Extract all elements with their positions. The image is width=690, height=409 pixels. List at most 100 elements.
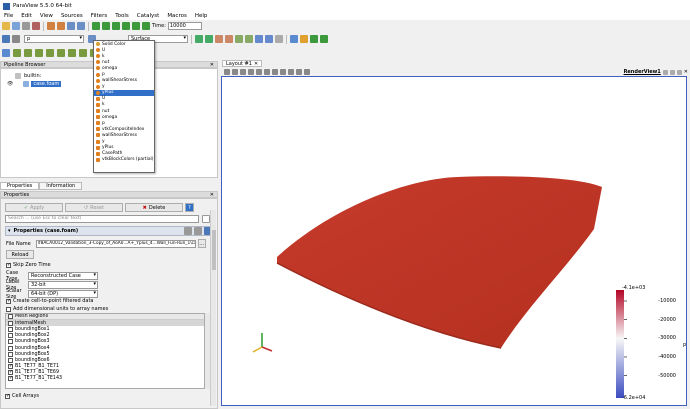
threshold-icon[interactable] — [46, 49, 54, 57]
help-button[interactable]: ? — [185, 203, 194, 212]
reload-button[interactable]: Reload — [6, 250, 34, 259]
set-view-direction-neg-z-icon[interactable] — [265, 35, 273, 43]
scalar-size-select[interactable]: 64-bit (DP) — [28, 290, 98, 298]
dimensional-units-checkbox[interactable] — [6, 306, 11, 312]
mesh-regions-list[interactable]: Mesh Regions internalMesh boundingBox1 bou… — [5, 313, 205, 389]
clear-selection-icon[interactable] — [304, 69, 310, 75]
clip-icon[interactable] — [24, 49, 32, 57]
set-view-direction-neg-x-icon[interactable] — [225, 35, 233, 43]
previous-frame-icon[interactable] — [102, 22, 110, 30]
disconnect-icon[interactable] — [32, 22, 40, 30]
surface-selection-icon[interactable] — [248, 69, 254, 75]
set-view-direction-pos-x-icon[interactable] — [215, 35, 223, 43]
properties-scrollbar[interactable] — [210, 210, 216, 406]
tab-properties[interactable]: Properties — [0, 182, 40, 190]
time-input[interactable]: 10000 — [167, 22, 202, 30]
mesh-region-item[interactable]: B1_TE77_B1_TE143 — [6, 375, 204, 382]
mesh-region-checkbox[interactable] — [8, 375, 13, 382]
close-icon[interactable]: ✕ — [210, 62, 214, 68]
shrink-selection-icon[interactable] — [296, 69, 302, 75]
loop-icon[interactable] — [142, 22, 150, 30]
redo-icon[interactable] — [57, 22, 65, 30]
hover-cells-icon[interactable] — [320, 35, 328, 43]
connect-icon[interactable] — [22, 22, 30, 30]
eye-icon[interactable]: 👁 — [7, 81, 13, 87]
menu-item-macros[interactable]: Macros — [163, 13, 191, 19]
extract-subset-icon[interactable] — [57, 49, 65, 57]
glyph-icon[interactable] — [68, 49, 76, 57]
next-frame-icon[interactable] — [122, 22, 130, 30]
grow-selection-icon[interactable] — [288, 69, 294, 75]
capture-icon[interactable] — [240, 69, 246, 75]
calculator-icon[interactable] — [2, 49, 10, 57]
camera-undo-icon[interactable] — [67, 22, 75, 30]
copy-icon[interactable] — [184, 227, 192, 235]
mesh-region-checkbox[interactable] — [8, 351, 13, 357]
render-view[interactable]: -4.1e+03 -6.2e+04 p -10000 -20000 -30000 -4… — [221, 76, 687, 406]
menu-item-catalyst[interactable]: Catalyst — [133, 13, 164, 19]
pipeline-item-case-foam[interactable]: 👁 case.foam — [7, 81, 62, 87]
mesh-region-checkbox[interactable] — [8, 345, 13, 351]
play-icon[interactable] — [112, 22, 120, 30]
first-frame-icon[interactable] — [92, 22, 100, 30]
cell-to-point-checkbox[interactable] — [6, 298, 11, 304]
mesh-region-checkbox[interactable] — [8, 333, 13, 339]
set-view-direction-pos-z-icon[interactable] — [255, 35, 263, 43]
search-input[interactable]: Search ... (use Esc to clear text) — [5, 215, 199, 223]
coloring-select[interactable]: p — [24, 35, 84, 43]
delete-button[interactable]: ✖ Delete — [125, 203, 183, 212]
interactive-select-icon[interactable] — [300, 35, 308, 43]
close-view-icon[interactable]: ✕ — [684, 69, 688, 75]
hover-points-icon[interactable] — [310, 35, 318, 43]
apply-button[interactable]: ✔ Apply — [5, 203, 63, 212]
select-blocks-icon[interactable] — [280, 69, 286, 75]
mesh-region-checkbox[interactable] — [8, 320, 13, 326]
tab-information[interactable]: Information — [39, 182, 83, 190]
last-frame-icon[interactable] — [132, 22, 140, 30]
close-icon[interactable]: ✕ — [210, 192, 214, 198]
collapse-icon[interactable]: ▾ — [8, 228, 11, 234]
select-points-icon[interactable] — [272, 69, 278, 75]
toggle-color-legend-icon[interactable] — [2, 35, 10, 43]
advanced-gear-icon[interactable] — [202, 215, 210, 223]
set-view-direction-pos-y-icon[interactable] — [235, 35, 243, 43]
menu-item-view[interactable]: View — [36, 13, 57, 19]
mesh-region-checkbox[interactable] — [8, 326, 13, 332]
pipeline-item-builtin[interactable]: builtin: — [15, 73, 41, 79]
menu-item-file[interactable]: File — [0, 13, 17, 19]
polygon-selection-icon[interactable] — [264, 69, 270, 75]
cell-arrays-checkbox[interactable] — [5, 393, 10, 399]
coloring-dropdown-menu[interactable]: Solid Color Uk nut omega p wallShearStress y yP… — [93, 40, 155, 173]
maximize-icon[interactable] — [676, 69, 682, 75]
menu-item-tools[interactable]: Tools — [111, 13, 133, 19]
close-icon[interactable]: ✕ — [254, 61, 258, 67]
browse-button[interactable]: … — [197, 239, 206, 248]
split-horizontal-icon[interactable] — [662, 69, 668, 75]
reset-camera-icon[interactable] — [195, 35, 203, 43]
contour-icon[interactable] — [13, 49, 21, 57]
save-icon[interactable] — [12, 22, 20, 30]
skip-zero-time-checkbox[interactable] — [6, 262, 11, 268]
split-vertical-icon[interactable] — [669, 69, 675, 75]
undo-icon[interactable] — [47, 22, 55, 30]
mesh-regions-all-checkbox[interactable] — [8, 314, 13, 320]
rotate-90-icon[interactable] — [275, 35, 283, 43]
edit-color-map-icon[interactable] — [12, 35, 20, 43]
reset-session-icon[interactable] — [224, 69, 230, 75]
mesh-region-checkbox[interactable] — [8, 339, 13, 345]
camera-redo-icon[interactable] — [77, 22, 85, 30]
toggle-3d-icon[interactable] — [232, 69, 238, 75]
open-icon[interactable] — [2, 22, 10, 30]
tab-layout-1[interactable]: Layout #1 ✕ — [222, 60, 263, 67]
menu-item-edit[interactable]: Edit — [17, 13, 36, 19]
reset-button[interactable]: ↺ Reset — [65, 203, 123, 212]
zoom-to-data-icon[interactable] — [205, 35, 213, 43]
frustum-selection-icon[interactable] — [256, 69, 262, 75]
menu-item-filters[interactable]: Filters — [87, 13, 112, 19]
paste-icon[interactable] — [194, 227, 202, 235]
slice-icon[interactable] — [35, 49, 43, 57]
menu-item-help[interactable]: Help — [191, 13, 212, 19]
file-name-input[interactable]: \f8ACA0012_Validation_3-Copy_of_AoA0...A… — [35, 239, 196, 248]
coloring-option[interactable]: vtkBlockColors (partial) — [94, 157, 154, 163]
select-cells-icon[interactable] — [290, 35, 298, 43]
